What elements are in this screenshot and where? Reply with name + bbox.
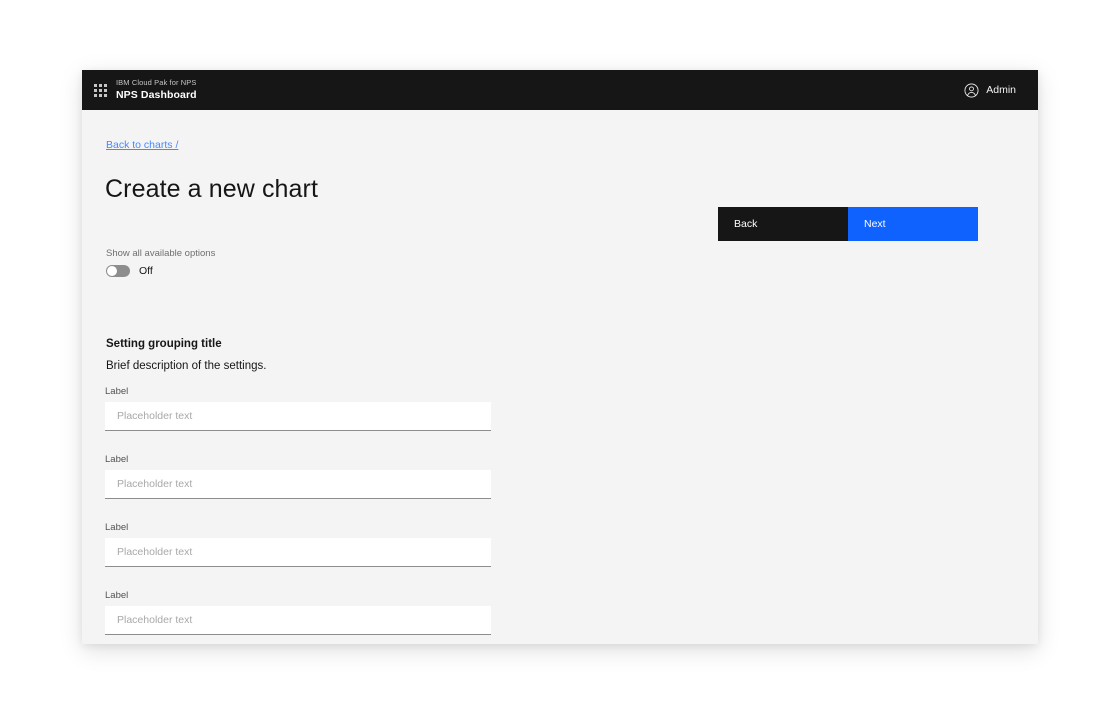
grid-dot xyxy=(93,83,97,87)
grid-dot xyxy=(98,88,102,92)
text-input-1[interactable] xyxy=(105,402,491,431)
product-name: IBM Cloud Pak for NPS xyxy=(116,78,197,88)
grid-dot xyxy=(103,83,107,87)
header-actions: Admin xyxy=(964,83,1016,98)
settings-form: Label Label Label Label xyxy=(105,386,491,635)
grid-dot xyxy=(93,93,97,97)
text-input-3[interactable] xyxy=(105,538,491,567)
show-all-options-toggle-group: Show all available options Off xyxy=(106,248,215,277)
screenshot-canvas: IBM Cloud Pak for NPS NPS Dashboard Admi… xyxy=(0,0,1120,714)
show-all-options-toggle[interactable] xyxy=(106,265,130,277)
toggle-state-label: Off xyxy=(139,265,153,277)
field-label: Label xyxy=(105,454,129,465)
settings-group-title: Setting grouping title xyxy=(106,338,222,350)
grid-dot xyxy=(93,88,97,92)
text-input-4[interactable] xyxy=(105,606,491,635)
user-avatar-icon[interactable] xyxy=(964,83,979,98)
page-content: Back to charts / Create a new chart Show… xyxy=(82,110,1038,644)
breadcrumb-back-to-charts[interactable]: Back to charts / xyxy=(106,139,178,151)
app-name: NPS Dashboard xyxy=(116,88,197,101)
field-label: Label xyxy=(105,386,129,397)
field-label: Label xyxy=(105,590,129,601)
toggle-caption-label: Show all available options xyxy=(106,248,216,259)
grid-dot xyxy=(98,93,102,97)
page-title: Create a new chart xyxy=(105,174,319,203)
grid-dot xyxy=(103,93,107,97)
form-field: Label xyxy=(105,522,491,567)
brand-block[interactable]: IBM Cloud Pak for NPS NPS Dashboard xyxy=(116,79,197,101)
settings-group-description: Brief description of the settings. xyxy=(106,360,267,372)
toggle-row: Off xyxy=(106,265,215,277)
app-switcher-grid-icon[interactable] xyxy=(90,80,110,100)
next-button[interactable]: Next xyxy=(848,207,978,241)
user-name-label: Admin xyxy=(986,84,1016,96)
text-input-2[interactable] xyxy=(105,470,491,499)
wizard-actions: Back Next xyxy=(718,207,978,241)
grid-dot xyxy=(103,88,107,92)
application-window: IBM Cloud Pak for NPS NPS Dashboard Admi… xyxy=(82,70,1038,644)
grid-dot xyxy=(98,83,102,87)
toggle-knob xyxy=(107,266,117,276)
global-header: IBM Cloud Pak for NPS NPS Dashboard Admi… xyxy=(82,70,1038,110)
form-field: Label xyxy=(105,454,491,499)
field-label: Label xyxy=(105,522,129,533)
form-field: Label xyxy=(105,386,491,431)
form-field: Label xyxy=(105,590,491,635)
back-button[interactable]: Back xyxy=(718,207,848,241)
